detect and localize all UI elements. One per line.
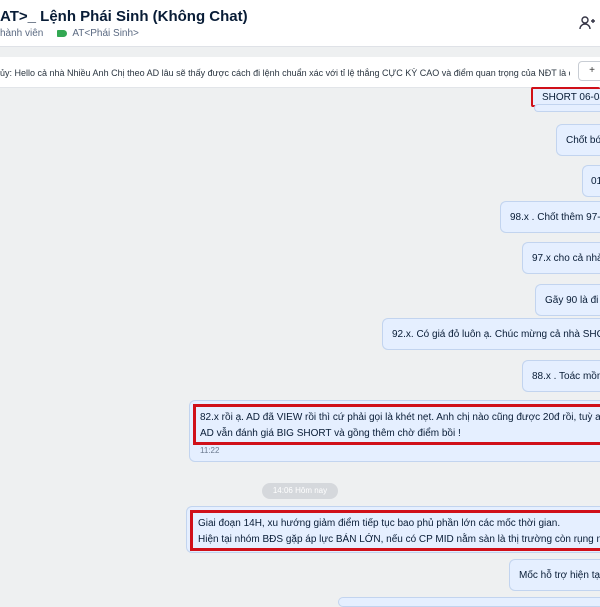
message-bubble[interactable]: 92.x. Có giá đỏ luôn ạ. Chúc mừng cả nhà…: [382, 318, 600, 350]
message-text-line: 82.x rồi ạ. AD đã VIEW rồi thì cứ phải g…: [200, 412, 600, 423]
message-bubble[interactable]: [534, 104, 600, 112]
message-text: 98.x . Chốt thêm 97-: [510, 212, 600, 223]
tag-icon: [57, 30, 68, 37]
message-bubble[interactable]: Gãy 90 là đi x: [535, 284, 600, 316]
conversation-title[interactable]: AT>_ Lệnh Phái Sinh (Không Chat): [0, 8, 248, 25]
message-bubble[interactable]: 82.x rồi ạ. AD đã VIEW rồi thì cứ phải g…: [189, 400, 600, 462]
conversation-tag[interactable]: AT<Phái Sinh>: [72, 28, 139, 39]
message-text: 01: [591, 176, 600, 187]
message-bubble[interactable]: 98.x . Chốt thêm 97-: [500, 201, 600, 233]
message-text: Chốt bớ: [566, 135, 600, 146]
conversation-meta: hành viên AT<Phái Sinh>: [0, 28, 139, 39]
pinned-message-bar[interactable]: ủy: Hello cả nhà Nhiều Anh Chị theo AD l…: [0, 57, 600, 88]
message-text: Gãy 90 là đi x: [545, 295, 600, 306]
message-text-line: Hiện tại nhóm BĐS gặp áp lực BÁN LỚN, nế…: [198, 534, 600, 545]
message-text: SHORT 06-08: [542, 92, 600, 103]
message-bubble[interactable]: Giai đoạn 14H, xu hướng giảm điểm tiếp t…: [186, 506, 600, 553]
message-text: 97.x cho cả nhà: [532, 253, 600, 264]
add-member-icon[interactable]: [578, 14, 596, 32]
message-bubble[interactable]: Mốc hỗ trợ hiện tạ: [509, 559, 600, 591]
message-text-line: AD vẫn đánh giá BIG SHORT và gồng thêm c…: [200, 428, 461, 439]
pinned-message-text: ủy: Hello cả nhà Nhiều Anh Chị theo AD l…: [0, 68, 570, 78]
message-timestamp: 11:22: [200, 446, 220, 455]
message-bubble[interactable]: 97.x cho cả nhà: [522, 242, 600, 274]
message-bubble[interactable]: Chốt bớ: [556, 124, 600, 156]
chat-header: AT>_ Lệnh Phái Sinh (Không Chat) hành vi…: [0, 0, 600, 47]
member-count[interactable]: hành viên: [0, 28, 43, 39]
date-divider: 14:06 Hôm nay: [262, 483, 338, 499]
pinned-expand-button[interactable]: +: [578, 61, 600, 81]
message-text: 88.x . Toác mồm: [532, 371, 600, 382]
message-bubble[interactable]: 88.x . Toác mồm: [522, 360, 600, 392]
message-bubble[interactable]: 01: [582, 165, 600, 197]
message-text: Mốc hỗ trợ hiện tạ: [519, 570, 600, 581]
message-text: 92.x. Có giá đỏ luôn ạ. Chúc mừng cả nhà…: [392, 329, 600, 340]
message-text-line: Giai đoạn 14H, xu hướng giảm điểm tiếp t…: [198, 518, 561, 529]
message-bubble[interactable]: [338, 597, 600, 607]
